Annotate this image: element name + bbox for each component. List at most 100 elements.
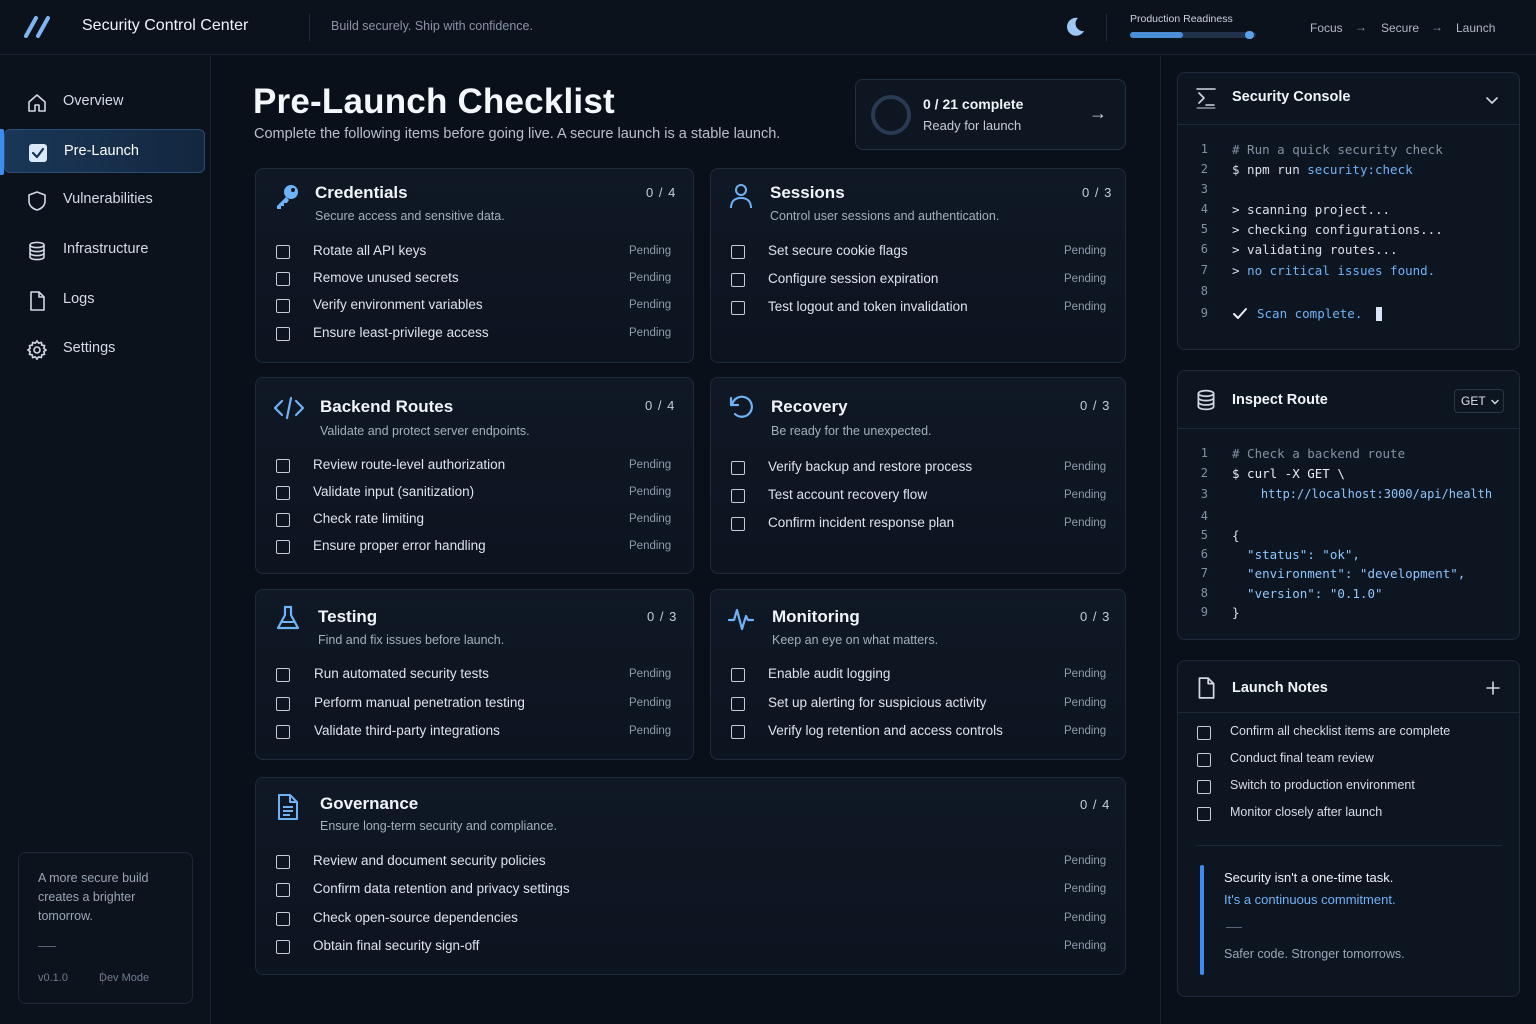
checkbox[interactable] [276,327,290,341]
checkbox-icon [29,144,47,162]
checkbox[interactable] [731,725,745,739]
checklist-item[interactable]: Validate input (sanitization) Pending [256,483,693,503]
checkbox[interactable] [276,668,290,682]
checklist-item[interactable]: Set secure cookie flags Pending [711,242,1125,262]
checklist-item[interactable]: Verify log retention and access controls… [711,722,1125,742]
file-icon [30,291,45,311]
checklist-item[interactable]: Ensure proper error handling Pending [256,537,693,557]
checkbox[interactable] [276,459,290,473]
flow-step-focus[interactable]: Focus [1310,21,1343,35]
line-number: 7 [1200,263,1208,277]
code-line: 3 [1178,182,1519,202]
status-badge: Pending [1064,725,1107,737]
card-description: Control user sessions and authentication… [770,209,1000,223]
line-number: 5 [1200,528,1208,542]
checklist-item[interactable]: Configure session expiration Pending [711,270,1125,290]
panel-title: Security Console [1232,89,1351,105]
checklist-item[interactable]: Enable audit logging Pending [711,665,1125,685]
checklist-item[interactable]: Review route-level authorization Pending [256,456,693,476]
checklist-item[interactable]: Test account recovery flow Pending [711,486,1125,506]
panel-title: Launch Notes [1232,680,1328,696]
checklist-item[interactable]: Check rate limiting Pending [256,510,693,530]
app-title: Security Control Center [82,17,249,34]
checkbox[interactable] [1197,726,1211,740]
line-number: 3 [1200,487,1208,501]
note-item[interactable]: Confirm all checklist items are complete [1178,723,1519,743]
checklist-item[interactable]: Set up alerting for suspicious activity P… [711,694,1125,714]
version-label: v0.1.0 [38,972,68,984]
checkbox[interactable] [731,517,745,531]
sidebar-item-overview[interactable]: Overview [4,80,205,124]
sidebar-item-infrastructure[interactable]: Infrastructure [4,228,205,272]
checkbox[interactable] [731,301,745,315]
checkbox[interactable] [731,697,745,711]
http-method-select[interactable]: GET [1454,389,1504,413]
line-number: 2 [1200,162,1208,176]
checkbox[interactable] [276,272,290,286]
checklist-item-label: Review and document security policies [313,853,546,868]
checklist-item[interactable]: Test logout and token invalidation Pendin… [711,298,1125,318]
checklist-item[interactable]: Run automated security tests Pending [256,665,693,685]
flow-step-launch[interactable]: Launch [1456,21,1495,35]
checklist-item[interactable]: Verify backup and restore process Pending [711,458,1125,478]
status-badge: Pending [629,245,672,257]
checkbox[interactable] [1197,807,1211,821]
status-badge: Pending [1064,940,1107,952]
sidebar-item-pre-launch[interactable]: Pre-Launch [4,129,205,173]
checklist-item[interactable]: Confirm data retention and privacy setti… [256,880,1125,900]
code-text: "version": "0.1.0" [1232,586,1383,601]
checkbox[interactable] [731,461,745,475]
checkbox[interactable] [276,513,290,527]
sidebar-item-logs[interactable]: Logs [4,278,205,322]
checklist-item-label: Validate input (sanitization) [313,484,475,499]
checkbox[interactable] [1197,753,1211,767]
checklist-item[interactable]: Review and document security policies Pen… [256,852,1125,872]
checkbox[interactable] [276,697,290,711]
card-title: Testing [318,607,378,626]
note-item[interactable]: Monitor closely after launch [1178,804,1519,824]
status-badge: Pending [629,272,672,284]
note-item[interactable]: Conduct final team review [1178,750,1519,770]
line-number: 1 [1200,446,1208,460]
sidebar-item-vulnerabilities[interactable]: Vulnerabilities [4,178,205,222]
checkbox[interactable] [731,273,745,287]
checkbox[interactable] [276,940,290,954]
status-badge: Pending [1064,461,1107,473]
checklist-item[interactable]: Validate third-party integrations Pending [256,722,693,742]
note-item-label: Switch to production environment [1230,778,1415,792]
checklist-item[interactable]: Ensure least-privilege access Pending [256,324,693,344]
checklist-item[interactable]: Obtain final security sign-off Pending [256,937,1125,957]
checkbox[interactable] [1197,780,1211,794]
checkbox[interactable] [276,883,290,897]
checkbox[interactable] [731,489,745,503]
card-progress-count: 0 / 4 [646,185,677,200]
checkbox[interactable] [276,299,290,313]
note-item-label: Confirm all checklist items are complete [1230,724,1451,738]
checklist-item[interactable]: Rotate all API keys Pending [256,242,693,262]
progress-ring [871,95,911,135]
code-text: > no critical issues found. [1232,263,1436,278]
flow-step-secure[interactable]: Secure [1381,21,1419,35]
checkbox[interactable] [276,725,290,739]
checkbox[interactable] [276,540,290,554]
checkbox[interactable] [276,912,290,926]
arrow-right-icon: → [1355,20,1367,34]
plus-icon[interactable] [1485,680,1501,696]
checklist-item[interactable]: Perform manual penetration testing Pendin… [256,694,693,714]
completion-summary-card[interactable]: 0 / 21 complete Ready for launch → [855,79,1126,150]
checkbox[interactable] [276,486,290,500]
checklist-item[interactable]: Confirm incident response plan Pending [711,514,1125,534]
checkbox[interactable] [276,245,290,259]
checkbox[interactable] [731,668,745,682]
cursor [1376,307,1382,321]
checkbox[interactable] [276,855,290,869]
moon-icon[interactable] [1064,16,1086,38]
divider [1196,845,1502,846]
checklist-item[interactable]: Verify environment variables Pending [256,296,693,316]
chevron-down-icon[interactable] [1484,92,1500,108]
checkbox[interactable] [731,245,745,259]
note-item[interactable]: Switch to production environment [1178,777,1519,797]
checklist-item[interactable]: Check open-source dependencies Pending [256,909,1125,929]
sidebar-item-settings[interactable]: Settings [4,327,205,371]
checklist-item[interactable]: Remove unused secrets Pending [256,269,693,289]
